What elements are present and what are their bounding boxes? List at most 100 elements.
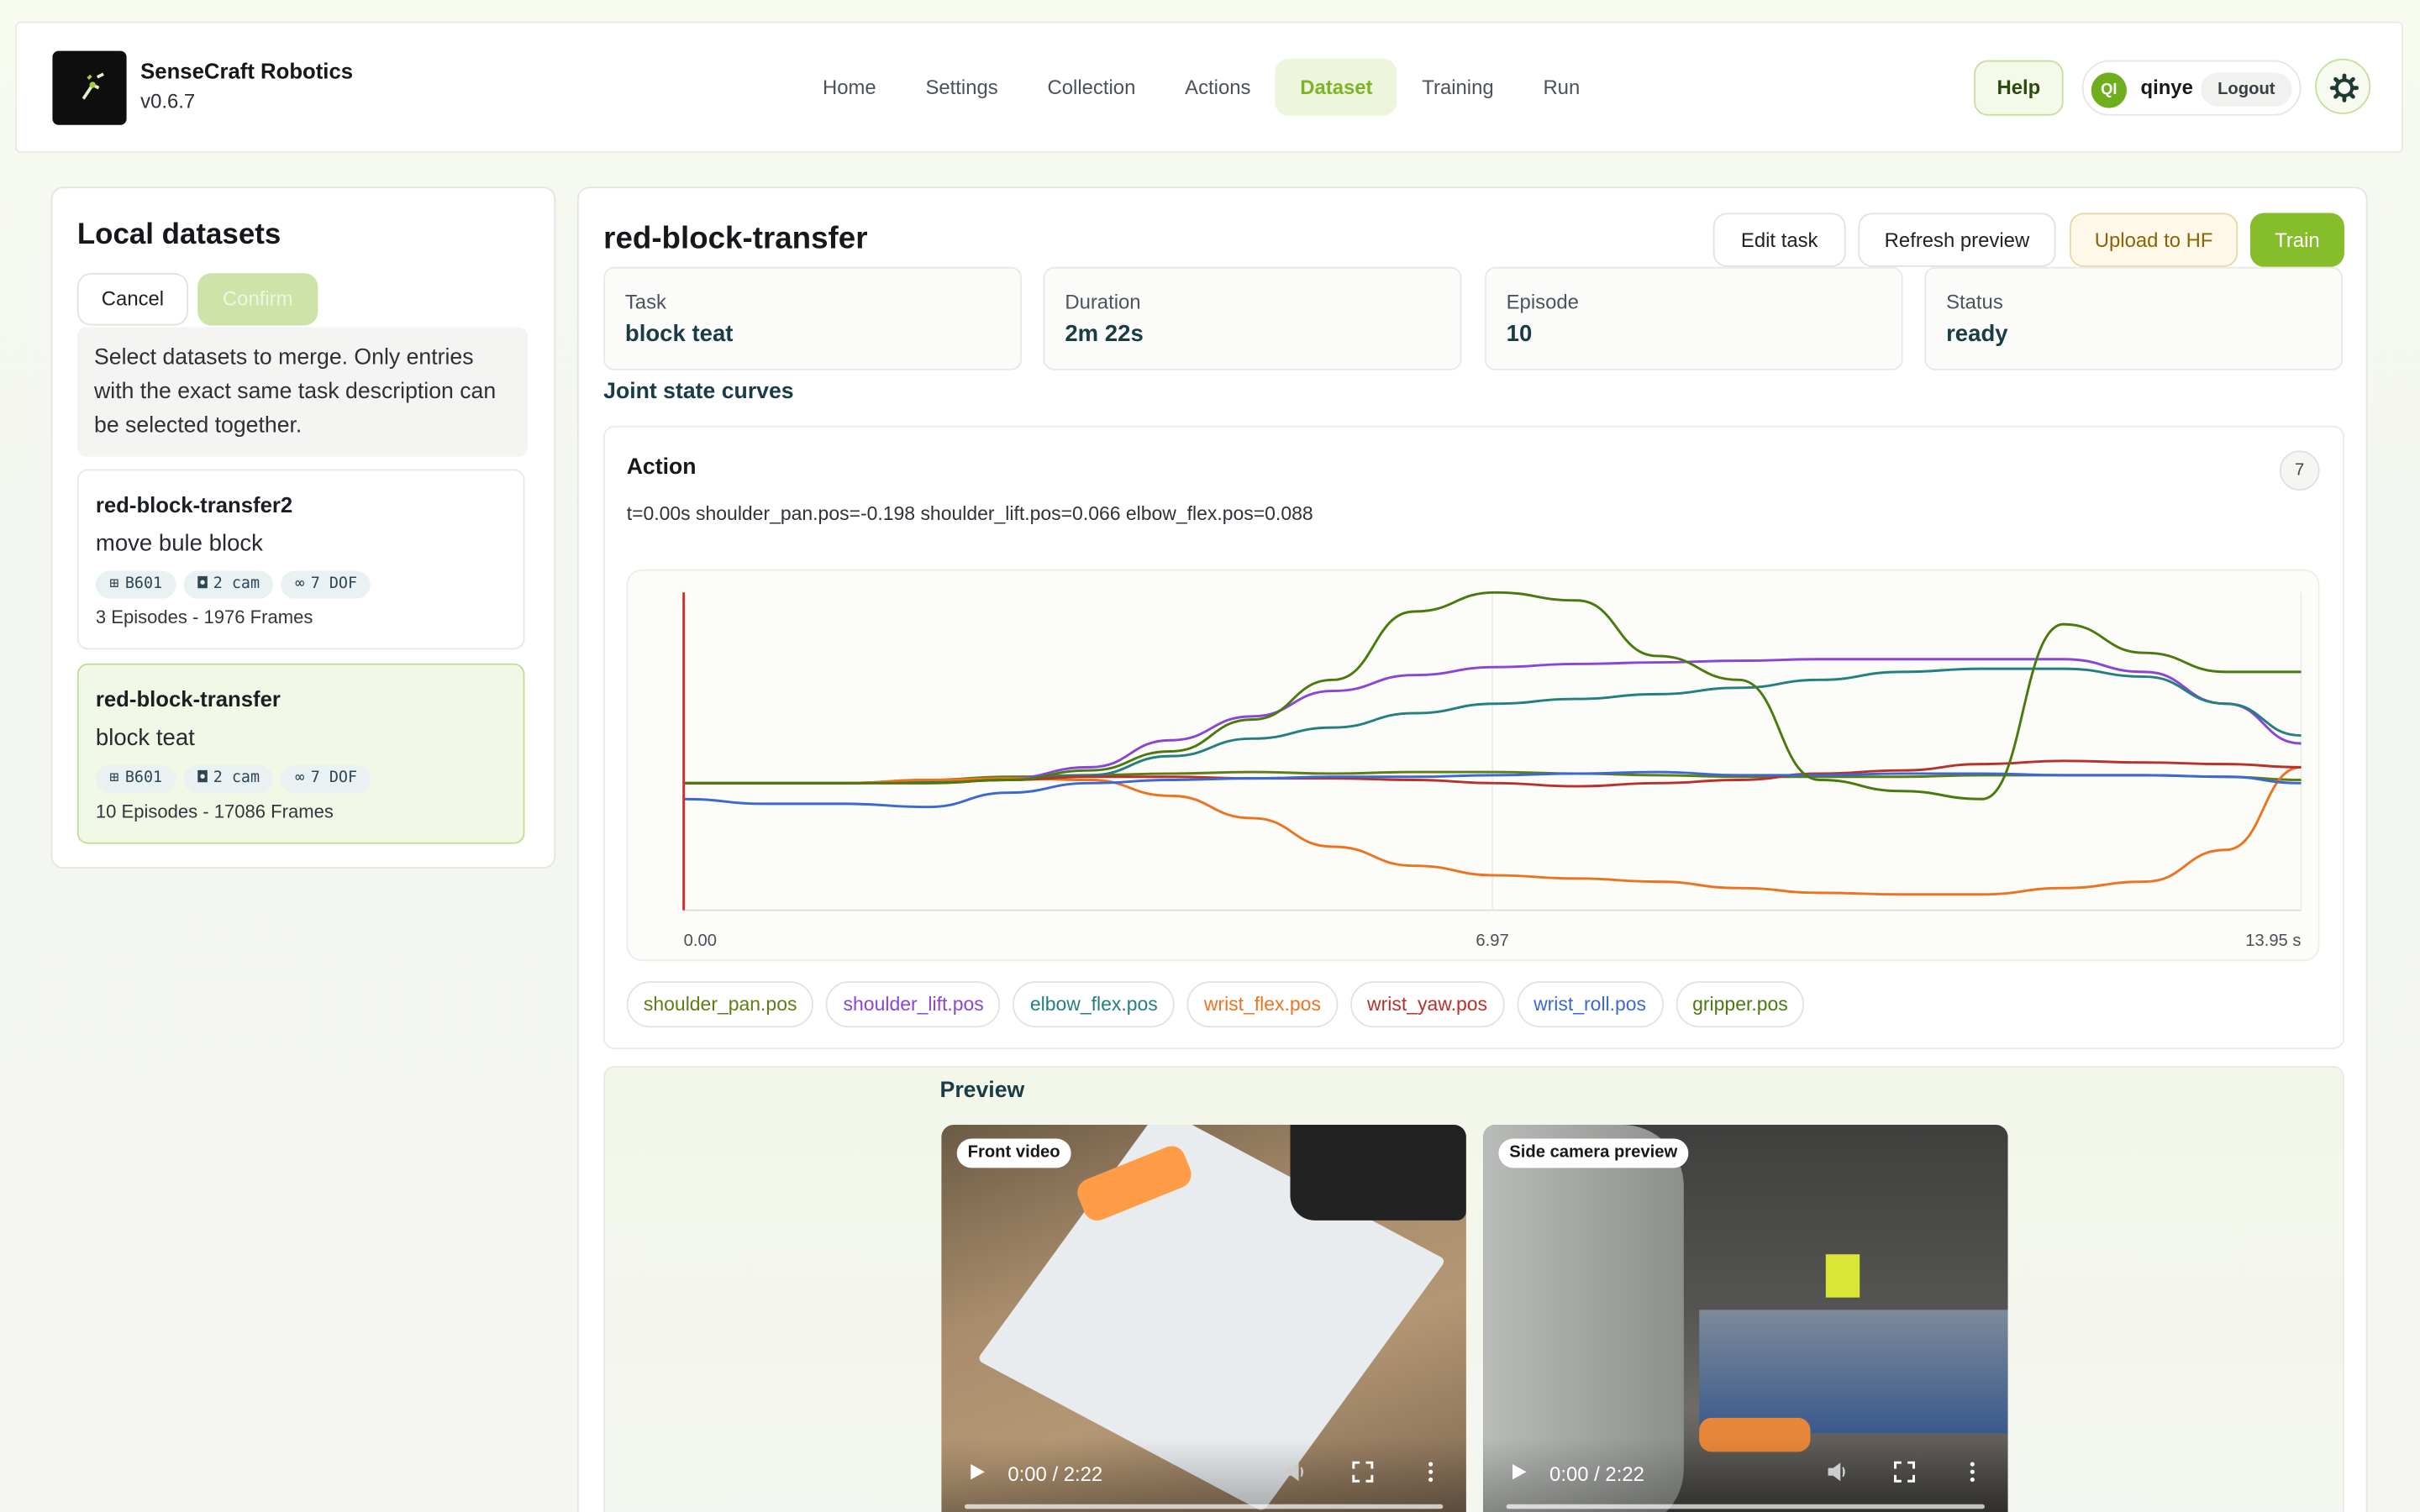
dataset-card[interactable]: red-block-transfer2 move bule block ⊞ B60… — [76, 469, 525, 650]
chart-legend: shoulder_pan.pos shoulder_lift.pos elbow_f… — [626, 981, 1805, 1028]
video-time: 0:00 / 2:22 — [1007, 1462, 1103, 1486]
legend-wrist-flex-pos[interactable]: wrist_flex.pos — [1186, 981, 1339, 1028]
confirm-button[interactable]: Confirm — [197, 273, 318, 326]
dataset-detail-panel: red-block-transfer Edit task Refresh pre… — [576, 186, 2368, 1512]
stat-value: 10 — [1506, 321, 1533, 348]
legend-wrist-yaw-pos[interactable]: wrist_yaw.pos — [1349, 981, 1505, 1028]
legend-elbow-flex-pos[interactable]: elbow_flex.pos — [1013, 981, 1175, 1028]
dof-tag: ∞ 7 DOF — [281, 765, 371, 794]
app-name: SenseCraft Robotics — [140, 58, 354, 84]
video-progress[interactable] — [1506, 1504, 1985, 1509]
robot-model: B601 — [124, 575, 163, 593]
edit-task-button[interactable]: Edit task — [1712, 213, 1846, 267]
top-header: SenseCraft Robotics v0.6.7 Home Settings… — [15, 21, 2403, 153]
nav-dataset[interactable]: Dataset — [1275, 58, 1397, 116]
robot-model: B601 — [124, 769, 163, 787]
legend-shoulder-pan-pos[interactable]: shoulder_pan.pos — [626, 981, 814, 1028]
dof-count: 7 DOF — [310, 769, 358, 787]
video-controls: 0:00 / 2:22 — [941, 1437, 1466, 1512]
fullscreen-icon[interactable] — [1892, 1460, 1917, 1484]
play-icon[interactable] — [965, 1460, 989, 1484]
nav-training[interactable]: Training — [1397, 59, 1518, 116]
stat-episode: Episode 10 — [1484, 266, 1903, 370]
nav-run[interactable]: Run — [1518, 59, 1605, 116]
dataset-name: red-block-transfer2 — [95, 491, 293, 517]
preview-card: Preview Front video 0:00 / 2:22 Side cam… — [603, 1066, 2344, 1512]
stat-label: Status — [1946, 290, 2003, 313]
refresh-preview-button[interactable]: Refresh preview — [1858, 213, 2056, 267]
avatar: QI — [2091, 72, 2127, 108]
volume-icon[interactable] — [1284, 1460, 1308, 1484]
robot-arm-logo-icon — [82, 72, 104, 100]
stat-label: Task — [624, 290, 666, 313]
merge-hint: Select datasets to merge. Only entries w… — [76, 327, 529, 457]
action-chart-card: Action 7 t=0.00s shoulder_pan.pos=-0.198… — [603, 425, 2344, 1049]
robot-icon: ⊞ — [109, 575, 119, 593]
more-icon[interactable] — [1960, 1460, 1985, 1484]
app-version: v0.6.7 — [140, 89, 196, 113]
legend-gripper-pos[interactable]: gripper.pos — [1675, 981, 1805, 1028]
x-tick-label: 0.00 — [684, 932, 717, 950]
cancel-button[interactable]: Cancel — [76, 273, 189, 326]
train-button[interactable]: Train — [2249, 213, 2344, 267]
plot-area[interactable]: 0.00 6.97 13.95 s — [626, 569, 2320, 962]
video-controls: 0:00 / 2:22 — [1483, 1437, 2008, 1512]
side-video[interactable]: Side camera preview 0:00 / 2:22 — [1483, 1124, 2008, 1512]
dataset-meta: 10 Episodes - 17086 Frames — [95, 801, 334, 822]
gear-icon — [2329, 73, 2360, 102]
chart-title: Action — [626, 454, 697, 480]
legend-shoulder-lift-pos[interactable]: shoulder_lift.pos — [826, 981, 1001, 1028]
nav-collection[interactable]: Collection — [1023, 59, 1160, 116]
dof-tag: ∞ 7 DOF — [281, 570, 371, 599]
stat-task: Task block teat — [603, 266, 1022, 370]
video-progress[interactable] — [964, 1504, 1444, 1509]
camera-tag: ◘ 2 cam — [183, 570, 274, 599]
cursor-readout: t=0.00s shoulder_pan.pos=-0.198 shoulder… — [626, 502, 1313, 525]
more-icon[interactable] — [1418, 1460, 1443, 1484]
volume-icon[interactable] — [1826, 1460, 1850, 1484]
robot-icon: ⊞ — [109, 769, 119, 787]
video-label: Front video — [956, 1138, 1071, 1168]
local-datasets-panel: Local datasets Cancel Confirm Select dat… — [50, 186, 556, 869]
dataset-card-selected[interactable]: red-block-transfer block teat ⊞ B601 ◘ 2 c… — [76, 663, 525, 844]
dataset-meta: 3 Episodes - 1976 Frames — [95, 606, 313, 628]
front-video[interactable]: Front video 0:00 / 2:22 — [941, 1124, 1466, 1512]
fullscreen-icon[interactable] — [1350, 1460, 1375, 1484]
help-button[interactable]: Help — [1974, 60, 2064, 116]
camera-count: 2 cam — [213, 575, 260, 593]
logout-button[interactable]: Logout — [2201, 72, 2292, 107]
main-nav: Home Settings Collection Actions Dataset… — [798, 58, 1605, 116]
camera-icon: ◘ — [197, 769, 208, 787]
camera-tag: ◘ 2 cam — [183, 765, 274, 794]
stat-duration: Duration 2m 22s — [1043, 266, 1462, 370]
username: qinye — [2140, 75, 2193, 99]
nav-actions[interactable]: Actions — [1160, 59, 1276, 116]
stat-label: Episode — [1506, 290, 1579, 313]
panel-title: Local datasets — [76, 218, 281, 252]
play-icon[interactable] — [1507, 1460, 1531, 1484]
camera-icon: ◘ — [197, 575, 208, 593]
legend-wrist-roll-pos[interactable]: wrist_roll.pos — [1516, 981, 1664, 1028]
nav-home[interactable]: Home — [798, 59, 901, 116]
dataset-name: red-block-transfer — [95, 686, 281, 711]
stat-value: 2m 22s — [1065, 321, 1144, 348]
robot-arm — [1699, 1310, 2008, 1434]
joint-chart: 0.00 6.97 13.95 s — [682, 591, 2302, 950]
link-icon: ∞ — [295, 575, 305, 593]
section-title: Joint state curves — [603, 379, 794, 405]
stat-value: ready — [1946, 321, 2008, 348]
robot-base — [1290, 1124, 1466, 1221]
stat-status: Status ready — [1924, 266, 2344, 370]
nav-settings[interactable]: Settings — [901, 59, 1023, 116]
dataset-title: red-block-transfer — [603, 222, 868, 256]
dataset-task: move bule block — [95, 530, 263, 558]
dataset-task: block teat — [95, 725, 195, 752]
upload-hf-button[interactable]: Upload to HF — [2070, 213, 2238, 267]
dof-count: 7 DOF — [310, 575, 358, 593]
x-tick-label: 6.97 — [1476, 932, 1508, 950]
gripper — [1825, 1254, 1860, 1298]
robot-tag: ⊞ B601 — [95, 765, 176, 794]
settings-button[interactable] — [2315, 58, 2371, 114]
preview-title: Preview — [939, 1078, 1025, 1104]
video-time: 0:00 / 2:22 — [1549, 1462, 1644, 1486]
